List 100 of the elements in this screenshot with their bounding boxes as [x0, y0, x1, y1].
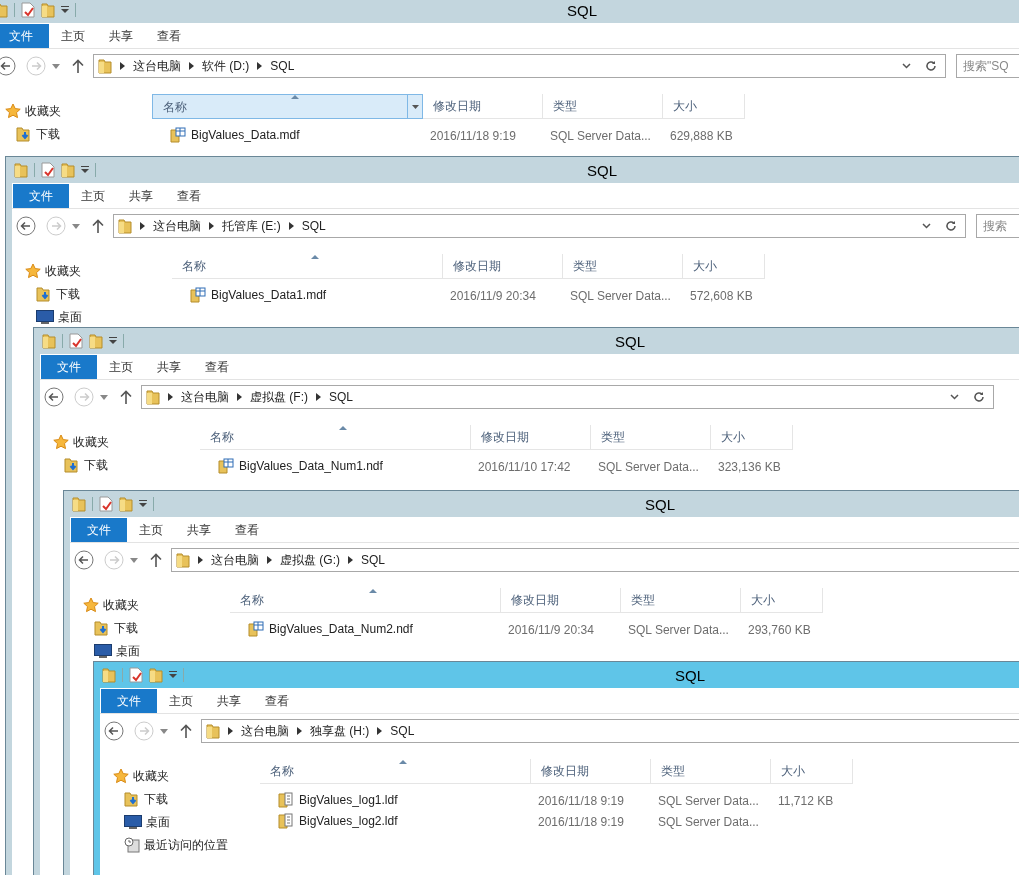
column-header[interactable]: 大小: [771, 759, 853, 784]
sidebar-item[interactable]: 收藏夹: [25, 101, 61, 120]
sidebar-item[interactable]: 下载: [56, 284, 80, 303]
column-header[interactable]: 大小: [711, 425, 793, 450]
breadcrumb-item[interactable]: SQL: [270, 57, 295, 75]
file-menu-tab[interactable]: 文件: [41, 354, 97, 379]
address-bar[interactable]: 这台电脑 虚拟盘 (G:) SQL: [171, 548, 1019, 572]
breadcrumb-arrow-icon[interactable]: [316, 393, 321, 401]
breadcrumb-arrow-icon[interactable]: [377, 727, 383, 735]
column-header[interactable]: 名称: [200, 425, 471, 450]
breadcrumb-arrow-icon[interactable]: [198, 556, 203, 564]
recent-locations-caret-icon[interactable]: [130, 557, 138, 563]
breadcrumb-arrow-icon[interactable]: [267, 556, 272, 564]
sidebar-item[interactable]: 下载: [144, 789, 168, 808]
file-name[interactable]: BigValues_Data1.mdf: [211, 285, 327, 304]
up-arrow-icon[interactable]: [150, 553, 162, 567]
column-header[interactable]: 修改日期: [423, 94, 543, 119]
column-dropdown-icon[interactable]: [411, 104, 419, 109]
column-header[interactable]: 名称: [230, 588, 501, 613]
ribbon-tab[interactable]: 查看: [253, 688, 301, 713]
breadcrumb-item[interactable]: 这台电脑: [241, 722, 289, 740]
breadcrumb-arrow-icon[interactable]: [257, 62, 263, 70]
file-menu-tab[interactable]: 文件: [13, 183, 69, 208]
back-icon[interactable]: [0, 56, 16, 76]
recent-locations-caret-icon[interactable]: [100, 394, 108, 400]
up-arrow-icon[interactable]: [180, 724, 192, 738]
sidebar-item[interactable]: 收藏夹: [73, 432, 109, 451]
back-icon[interactable]: [74, 550, 94, 570]
search-field[interactable]: 搜索: [976, 214, 1019, 238]
back-icon[interactable]: [16, 216, 36, 236]
breadcrumb-item[interactable]: SQL: [390, 722, 415, 740]
address-bar[interactable]: 这台电脑 虚拟盘 (F:) SQL: [141, 385, 994, 409]
refresh-icon[interactable]: [925, 60, 937, 72]
column-header[interactable]: 类型: [563, 254, 683, 279]
chevron-down-icon[interactable]: [922, 223, 931, 229]
breadcrumb-arrow-icon[interactable]: [297, 727, 302, 735]
customize-dropdown-icon[interactable]: [81, 166, 89, 174]
customize-dropdown-icon[interactable]: [109, 337, 117, 345]
sidebar-item[interactable]: 下载: [36, 124, 60, 143]
column-header[interactable]: 名称: [260, 759, 531, 784]
breadcrumb-item[interactable]: 虚拟盘 (G:): [280, 551, 340, 569]
recent-locations-caret-icon[interactable]: [160, 728, 168, 734]
chevron-down-icon[interactable]: [902, 63, 911, 69]
breadcrumb-item[interactable]: 软件 (D:): [202, 57, 250, 75]
sidebar-item[interactable]: 最近访问的位置: [144, 835, 228, 854]
document-check-icon[interactable]: [21, 2, 35, 18]
breadcrumb-item[interactable]: 这台电脑: [153, 217, 201, 235]
sidebar-item[interactable]: 桌面: [146, 812, 170, 831]
breadcrumb-arrow-icon[interactable]: [348, 556, 353, 564]
sidebar-item[interactable]: 下载: [84, 455, 108, 474]
up-arrow-icon[interactable]: [72, 59, 84, 73]
chevron-down-icon[interactable]: [950, 394, 959, 400]
file-name[interactable]: BigValues_Data.mdf: [191, 125, 300, 144]
address-bar[interactable]: 这台电脑 托管库 (E:) SQL: [113, 214, 966, 238]
column-header[interactable]: 大小: [741, 588, 823, 613]
file-name[interactable]: BigValues_Data_Num1.ndf: [239, 456, 383, 475]
customize-dropdown-icon[interactable]: [61, 6, 69, 14]
breadcrumb-arrow-icon[interactable]: [209, 222, 214, 230]
sidebar-item[interactable]: 桌面: [116, 641, 140, 660]
ribbon-tab[interactable]: 主页: [49, 23, 97, 48]
column-header[interactable]: 类型: [651, 759, 771, 784]
column-header[interactable]: 修改日期: [471, 425, 591, 450]
refresh-icon[interactable]: [945, 220, 957, 232]
column-header[interactable]: 名称: [152, 94, 423, 119]
column-header[interactable]: 类型: [543, 94, 663, 119]
ribbon-tab[interactable]: 共享: [117, 183, 165, 208]
sidebar-item[interactable]: 桌面: [58, 307, 82, 326]
file-name[interactable]: BigValues_log2.ldf: [299, 811, 398, 830]
search-field[interactable]: 搜索"SQ: [956, 54, 1019, 78]
ribbon-tab[interactable]: 查看: [165, 183, 213, 208]
breadcrumb-item[interactable]: 独享盘 (H:): [310, 722, 370, 740]
recent-locations-caret-icon[interactable]: [52, 63, 60, 69]
address-bar[interactable]: 这台电脑 软件 (D:) SQL: [93, 54, 946, 78]
column-header[interactable]: 名称: [172, 254, 443, 279]
sidebar-item[interactable]: 收藏夹: [45, 261, 81, 280]
column-header[interactable]: 类型: [591, 425, 711, 450]
breadcrumb-arrow-icon[interactable]: [237, 393, 242, 401]
breadcrumb-item[interactable]: SQL: [329, 388, 353, 406]
breadcrumb-arrow-icon[interactable]: [189, 62, 194, 70]
ribbon-tab[interactable]: 查看: [145, 23, 193, 48]
refresh-icon[interactable]: [973, 391, 985, 403]
column-header[interactable]: 大小: [683, 254, 765, 279]
file-menu-tab[interactable]: 文件: [101, 688, 157, 713]
ribbon-tab[interactable]: 共享: [97, 23, 145, 48]
breadcrumb-item[interactable]: 托管库 (E:): [222, 217, 281, 235]
document-check-icon[interactable]: [69, 333, 83, 349]
breadcrumb-item[interactable]: SQL: [361, 551, 385, 569]
breadcrumb-arrow-icon[interactable]: [120, 62, 125, 70]
recent-locations-caret-icon[interactable]: [72, 223, 80, 229]
breadcrumb-arrow-icon[interactable]: [228, 727, 233, 735]
ribbon-tab[interactable]: 主页: [127, 517, 175, 542]
ribbon-tab[interactable]: 查看: [193, 354, 241, 379]
document-check-icon[interactable]: [41, 162, 55, 178]
breadcrumb-item[interactable]: 这台电脑: [181, 388, 229, 406]
up-arrow-icon[interactable]: [120, 390, 132, 404]
column-header[interactable]: 修改日期: [531, 759, 651, 784]
ribbon-tab[interactable]: 主页: [69, 183, 117, 208]
file-menu-tab[interactable]: 文件: [0, 23, 49, 48]
ribbon-tab[interactable]: 共享: [205, 688, 253, 713]
sidebar-item[interactable]: 收藏夹: [103, 595, 139, 614]
